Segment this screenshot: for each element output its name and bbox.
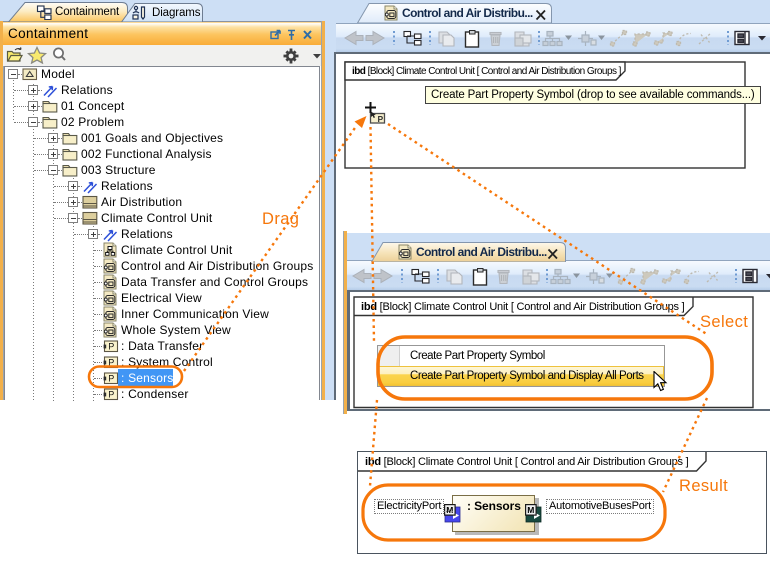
svg-text:P: P	[108, 341, 114, 351]
svg-text:P: P	[108, 389, 114, 399]
svg-text:P: P	[108, 373, 114, 383]
svg-text:M: M	[527, 505, 534, 515]
svg-text:P: P	[378, 114, 384, 124]
svg-text:P: P	[108, 357, 114, 367]
